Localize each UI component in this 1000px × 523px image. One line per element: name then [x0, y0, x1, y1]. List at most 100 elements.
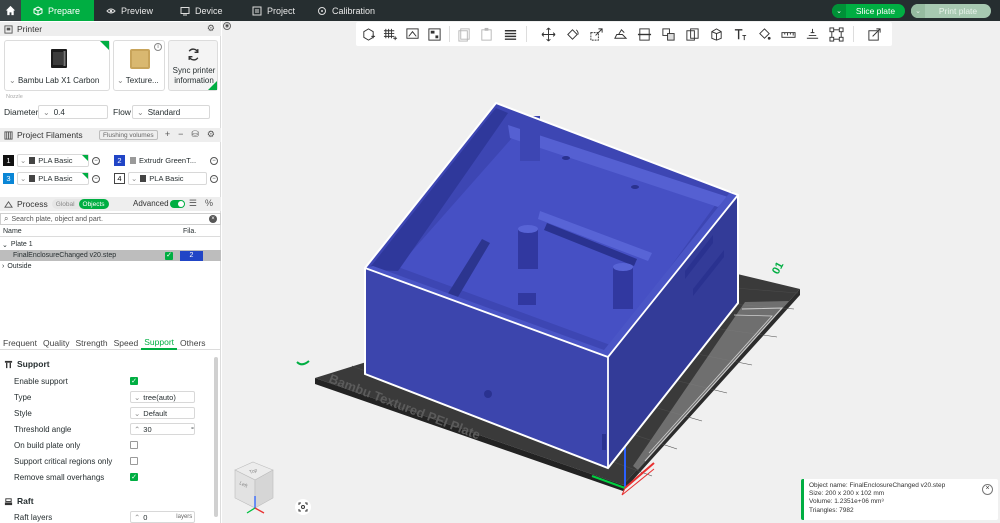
- diameter-select[interactable]: ⌄ 0.4: [38, 105, 108, 119]
- process-icon: [4, 200, 13, 208]
- diameter-label: Diameter: [4, 107, 39, 117]
- flushing-volumes-button[interactable]: Flushing volumes: [99, 130, 158, 140]
- object-visible-checkbox[interactable]: ✓: [165, 251, 173, 260]
- filament-select[interactable]: ⌄ PLA Basic: [17, 172, 89, 185]
- info-triangles: Triangles: 7982: [809, 506, 854, 514]
- enable-support-checkbox[interactable]: ✓: [130, 377, 138, 385]
- remove-filament-icon[interactable]: −: [210, 174, 218, 183]
- home-button[interactable]: [0, 0, 21, 21]
- print-plate-label: Print plate: [938, 6, 978, 16]
- info-icon[interactable]: i: [154, 43, 162, 51]
- build-plate-only-checkbox[interactable]: [130, 441, 138, 449]
- chevron-down-icon: ⌄: [134, 408, 141, 418]
- raft-group-title: Raft: [4, 496, 34, 506]
- objects-option[interactable]: Objects: [78, 199, 109, 209]
- raft-layers-row: Raft layers ⌃ 0 layers: [14, 511, 214, 523]
- plate-type-selector[interactable]: ⌄ Texture... i: [113, 40, 165, 91]
- cube-icon: [33, 5, 43, 16]
- remove-filament-icon[interactable]: −: [210, 156, 218, 165]
- support-type-select[interactable]: ⌄ tree(auto): [130, 391, 195, 403]
- plus-icon[interactable]: +: [165, 129, 170, 140]
- chevron-down-icon: ⌄: [131, 174, 138, 183]
- flow-select[interactable]: ⌄ Standard: [132, 105, 210, 119]
- critical-regions-checkbox[interactable]: [130, 457, 138, 465]
- tab-preview[interactable]: Preview: [106, 0, 166, 21]
- process-scope-toggle[interactable]: Global Objects: [51, 199, 109, 209]
- plate-label: Plate 1: [10, 241, 33, 248]
- tab-strength[interactable]: Strength: [73, 337, 111, 350]
- filament-color-icon: [130, 157, 136, 164]
- print-plate-button[interactable]: ⌄ Print plate: [911, 4, 991, 18]
- build-plate-scene[interactable]: Bambu Textured PEI Plate 01: [222, 21, 1000, 523]
- close-icon[interactable]: ×: [982, 484, 993, 495]
- filament-number: 2: [114, 155, 125, 166]
- stepper-icon[interactable]: ⌃: [134, 425, 140, 434]
- view-cube[interactable]: Top Left: [231, 458, 281, 516]
- chevron-down-icon[interactable]: ⌄: [911, 4, 925, 18]
- tab-frequent[interactable]: Frequent: [0, 337, 40, 350]
- info-volume: Volume: 1.2351e+06 mm³: [809, 498, 884, 506]
- tab-quality[interactable]: Quality: [40, 337, 72, 350]
- filament-name: PLA Basic: [38, 174, 73, 183]
- filament-select[interactable]: ⌄ PLA Basic: [17, 154, 89, 167]
- filament-slot-3[interactable]: 3 ⌄ PLA Basic −: [3, 172, 100, 185]
- remove-filament-icon[interactable]: −: [92, 174, 100, 183]
- chevron-down-icon[interactable]: ⌄: [0, 241, 8, 249]
- tab-prepare[interactable]: Prepare: [21, 0, 94, 21]
- object-search-input[interactable]: ⌕ Search plate, object and part. ×: [0, 213, 221, 225]
- tab-device[interactable]: Device: [180, 0, 235, 21]
- flow-label: Flow: [113, 107, 131, 117]
- filament-slot-1[interactable]: 1 ⌄ PLA Basic −: [3, 154, 100, 167]
- zoom-fit-button[interactable]: [295, 499, 311, 515]
- tab-others[interactable]: Others: [177, 337, 209, 350]
- slice-plate-button[interactable]: ⌄ Slice plate: [832, 4, 905, 18]
- sync-printer-button[interactable]: Sync printer information: [168, 40, 218, 91]
- remove-overhangs-row: Remove small overhangs ✓: [14, 471, 214, 483]
- object-row[interactable]: FinalEnclosureChanged v20.step ✓ 2: [0, 250, 221, 261]
- support-style-label: Style: [14, 408, 32, 418]
- 3d-viewport[interactable]: ◉ Bambu Textured PEI Plate 01 Top Left O…: [222, 21, 1000, 523]
- diameter-value: 0.4: [53, 107, 65, 117]
- chevron-down-icon: ⌄: [43, 107, 50, 117]
- plate-row[interactable]: ⌄ Plate 1: [0, 239, 221, 250]
- support-style-row: Style ⌄ Default: [14, 407, 214, 419]
- info-size: Size: 200 x 200 x 102 mm: [809, 490, 885, 498]
- remove-overhangs-checkbox[interactable]: ✓: [130, 473, 138, 481]
- zoom-fit-icon: [298, 502, 308, 512]
- support-type-label: Type: [14, 392, 32, 402]
- tab-speed[interactable]: Speed: [111, 337, 142, 350]
- outside-row[interactable]: › Outside: [0, 261, 221, 272]
- left-panel: Printer ⚙ ⌄ Bambu Lab X1 Carbon ⌄ Textur…: [0, 21, 221, 523]
- process-section-header: Process Global Objects Advanced ☰ %: [0, 197, 221, 211]
- object-filament-badge[interactable]: 2: [180, 250, 203, 261]
- printer-icon: [4, 24, 13, 34]
- minus-icon[interactable]: −: [178, 129, 183, 140]
- global-option[interactable]: Global: [52, 199, 79, 209]
- filament-select[interactable]: Extrudr GreenT...: [128, 154, 207, 167]
- filament-name: Extrudr GreenT...: [139, 156, 197, 165]
- tab-project[interactable]: Project: [252, 0, 307, 21]
- threshold-angle-input[interactable]: ⌃ 30 °: [130, 423, 195, 435]
- printer-selector[interactable]: ⌄ Bambu Lab X1 Carbon: [4, 40, 110, 91]
- support-style-select[interactable]: ⌄ Default: [130, 407, 195, 419]
- chevron-right-icon[interactable]: ›: [0, 263, 4, 270]
- list-icon[interactable]: ☰: [189, 198, 197, 209]
- stepper-icon[interactable]: ⌃: [134, 513, 140, 522]
- remove-filament-icon[interactable]: −: [92, 156, 100, 165]
- raft-layers-input[interactable]: ⌃ 0 layers: [130, 511, 195, 523]
- advanced-toggle[interactable]: [170, 200, 185, 208]
- clear-search-icon[interactable]: ×: [209, 215, 217, 223]
- home-icon: [5, 5, 16, 16]
- filament-slot-2[interactable]: 2 Extrudr GreenT... −: [114, 154, 218, 167]
- gear-icon[interactable]: ⚙: [207, 23, 215, 34]
- filament-slot-4[interactable]: 4 ⌄ PLA Basic −: [114, 172, 218, 185]
- tab-support[interactable]: Support: [141, 337, 178, 350]
- filament-sync-icon[interactable]: ⛁: [191, 129, 199, 140]
- gear-icon[interactable]: ⚙: [207, 129, 215, 140]
- flow-value: Standard: [147, 107, 181, 117]
- tab-calibration[interactable]: Calibration: [317, 0, 387, 21]
- percent-icon[interactable]: %: [205, 198, 213, 209]
- settings-scrollbar[interactable]: [214, 357, 218, 517]
- filament-select[interactable]: ⌄ PLA Basic: [128, 172, 207, 185]
- chevron-down-icon[interactable]: ⌄: [832, 4, 846, 18]
